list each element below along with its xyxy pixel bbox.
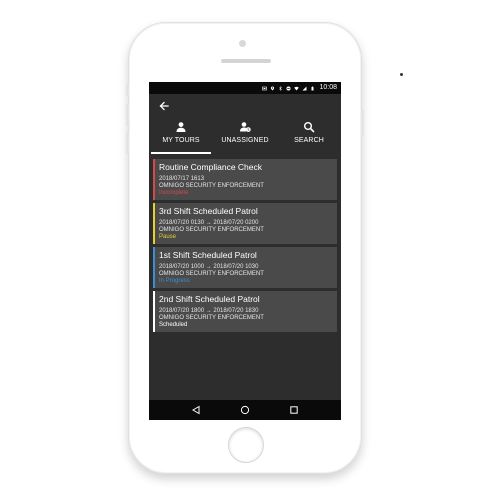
phone-side-button bbox=[126, 104, 129, 126]
tour-organization: OMNIGO SECURITY ENFORCEMENT bbox=[159, 271, 264, 277]
tour-organization: OMNIGO SECURITY ENFORCEMENT bbox=[159, 315, 264, 321]
search-icon bbox=[304, 122, 315, 133]
tab-unassigned-label: UNASSIGNED bbox=[221, 137, 269, 144]
battery-icon bbox=[311, 86, 314, 90]
app-header: MY TOURS ? UNASSIGNED SEARCH bbox=[149, 94, 341, 154]
home-circle-icon[interactable] bbox=[240, 405, 250, 415]
tour-status: Scheduled bbox=[159, 322, 188, 328]
tab-my-tours-label: MY TOURS bbox=[162, 137, 200, 144]
signal-icon bbox=[302, 86, 307, 90]
bluetooth-icon bbox=[279, 85, 283, 91]
person-icon bbox=[176, 122, 186, 132]
status-icons: 10:08 bbox=[262, 82, 337, 94]
tour-title: 2nd Shift Scheduled Patrol bbox=[159, 294, 260, 304]
tab-search[interactable]: SEARCH bbox=[277, 120, 341, 154]
tour-organization: OMNIGO SECURITY ENFORCEMENT bbox=[159, 183, 264, 189]
back-arrow-icon[interactable] bbox=[158, 100, 170, 112]
tour-organization: OMNIGO SECURITY ENFORCEMENT bbox=[159, 227, 264, 233]
phone-side-button bbox=[126, 132, 129, 154]
tab-unassigned[interactable]: ? UNASSIGNED bbox=[213, 120, 277, 154]
do-not-disturb-icon bbox=[286, 86, 291, 90]
phone-side-button bbox=[126, 84, 129, 96]
back-triangle-icon[interactable] bbox=[191, 405, 201, 415]
status-time: 10:08 bbox=[319, 84, 337, 91]
phone-speaker bbox=[221, 59, 271, 63]
phone-side-button bbox=[361, 110, 364, 136]
tour-date: 2018/07/20 1800 → 2018/07/20 1830 bbox=[159, 308, 259, 314]
wifi-icon bbox=[294, 86, 300, 90]
tour-card[interactable]: Routine Compliance Check 2018/07/17 1613… bbox=[153, 159, 337, 200]
app-screen: 10:08 MY TOURS ? UNASSIGNED SEARCH Routi… bbox=[149, 82, 341, 420]
status-bar: 10:08 bbox=[149, 82, 341, 94]
tour-date: 2018/07/20 1000 → 2018/07/20 1030 bbox=[159, 264, 259, 270]
tour-title: 1st Shift Scheduled Patrol bbox=[159, 250, 257, 260]
stray-dot bbox=[400, 73, 403, 76]
android-nav-bar bbox=[149, 400, 341, 420]
tour-status: Incomplete bbox=[159, 190, 189, 196]
notification-icon bbox=[262, 86, 268, 90]
phone-home-button[interactable] bbox=[228, 427, 264, 463]
tour-date: 2018/07/17 1613 bbox=[159, 176, 205, 182]
tour-card[interactable]: 2nd Shift Scheduled Patrol 2018/07/20 18… bbox=[153, 291, 337, 332]
recents-square-icon[interactable] bbox=[289, 405, 299, 415]
tour-card[interactable]: 3rd Shift Scheduled Patrol 2018/07/20 01… bbox=[153, 203, 337, 244]
tour-title: 3rd Shift Scheduled Patrol bbox=[159, 206, 258, 216]
tour-card[interactable]: 1st Shift Scheduled Patrol 2018/07/20 10… bbox=[153, 247, 337, 288]
location-icon bbox=[271, 86, 275, 90]
tour-title: Routine Compliance Check bbox=[159, 162, 262, 172]
tab-bar: MY TOURS ? UNASSIGNED SEARCH bbox=[149, 120, 341, 154]
phone-camera bbox=[239, 40, 246, 47]
tour-status: In Progress bbox=[159, 278, 190, 284]
tab-my-tours[interactable]: MY TOURS bbox=[149, 120, 213, 154]
tour-status: Pause bbox=[159, 234, 177, 240]
tour-date: 2018/07/20 0130 → 2018/07/20 0200 bbox=[159, 220, 259, 226]
tab-search-label: SEARCH bbox=[294, 137, 324, 144]
person-question-icon: ? bbox=[240, 122, 251, 132]
